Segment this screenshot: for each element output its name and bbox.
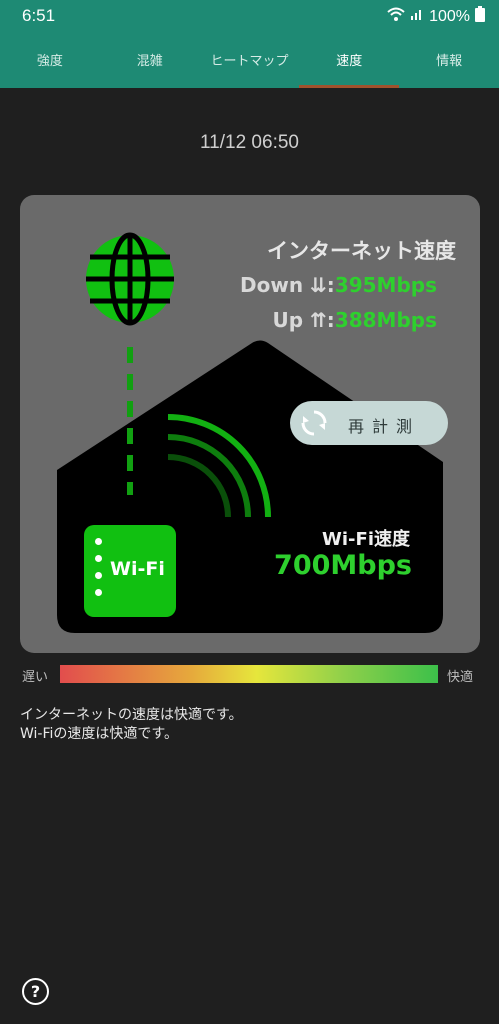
download-label: Down ⇊: (240, 273, 335, 297)
tab-speed[interactable]: 速度 (299, 30, 399, 88)
internet-speed-title: インターネット速度 (267, 239, 456, 263)
measurement-timestamp: 11/12 06:50 (200, 132, 299, 153)
upload-speed: Up ⇈:388Mbps (180, 308, 437, 332)
speed-card: インターネット速度 Down ⇊:395Mbps Up ⇈:388Mbps 再計… (20, 195, 480, 653)
tab-heatmap[interactable]: ヒートマップ (200, 30, 300, 88)
router-led (95, 589, 102, 596)
router-led (95, 555, 102, 562)
tab-congestion[interactable]: 混雑 (100, 30, 200, 88)
wifi-speed-title: Wi-Fi速度 (322, 529, 410, 550)
download-value: 395Mbps (334, 273, 437, 297)
wifi-signal-icon (387, 7, 405, 26)
remeasure-label: 再計測 (348, 417, 421, 436)
scale-slow-label: 遅い (22, 670, 49, 685)
globe-icon (86, 232, 174, 326)
upload-value: 388Mbps (334, 308, 437, 332)
upload-label: Up ⇈: (272, 308, 335, 332)
wifi-speed-value: 700Mbps (274, 550, 412, 581)
wifi-status-message: Wi-Fiの速度は快適です。 (20, 726, 178, 742)
wifi-icon-label: Wi-Fi (110, 558, 165, 580)
remeasure-button[interactable]: 再計測 (290, 401, 448, 445)
scale-fast-label: 快適 (447, 670, 474, 685)
status-indicators: 100% (387, 6, 485, 27)
tab-strength[interactable]: 強度 (0, 30, 100, 88)
speed-scale-bar (60, 665, 438, 683)
tab-info[interactable]: 情報 (399, 30, 499, 88)
cell-signal-icon (410, 7, 424, 26)
internet-status-message: インターネットの速度は快適です。 (20, 707, 243, 723)
wifi-router-icon: Wi-Fi (84, 525, 176, 617)
router-led (95, 572, 102, 579)
battery-percent: 100% (429, 7, 470, 25)
download-speed: Down ⇊:395Mbps (180, 273, 437, 297)
status-time: 6:51 (22, 6, 56, 25)
help-button[interactable]: ? (22, 978, 49, 1005)
status-bar: 6:51 100% (0, 0, 499, 30)
tab-bar: 強度 混雑 ヒートマップ 速度 情報 (0, 30, 499, 88)
router-led (95, 538, 102, 545)
battery-icon (475, 6, 485, 27)
